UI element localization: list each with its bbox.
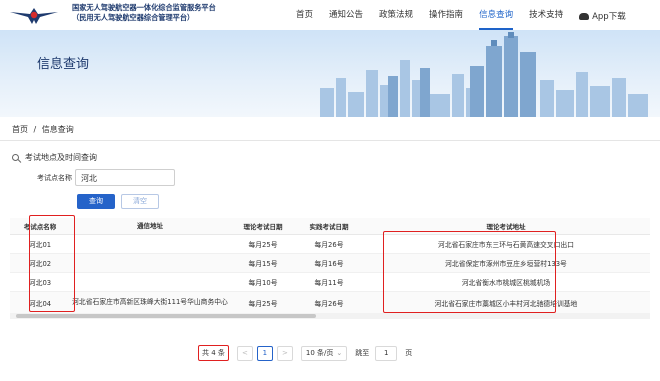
search-section-label: 考试地点及时间查询 xyxy=(25,153,97,162)
page-banner: 信息查询 xyxy=(0,30,660,117)
breadcrumb-home[interactable]: 首页 xyxy=(12,125,28,134)
cell-practice-date: 每月11号 xyxy=(314,279,344,287)
next-page-button[interactable]: > xyxy=(276,345,293,361)
page-size-select[interactable]: 10 条/页 ⌄ xyxy=(300,345,348,361)
cloud-download-icon xyxy=(579,12,590,20)
scrollbar-thumb[interactable] xyxy=(16,314,316,318)
cell-address xyxy=(70,254,230,272)
search-section-title: 考试地点及时间查询 xyxy=(12,152,97,163)
chevron-down-icon: ⌄ xyxy=(336,349,343,357)
total-count: 共 4 条 xyxy=(198,345,229,361)
table-horizontal-scrollbar[interactable] xyxy=(10,313,650,319)
cell-practice-date: 每月26号 xyxy=(314,299,344,308)
breadcrumb-separator: / xyxy=(33,125,37,134)
cell-address: 河北省石家庄市高新区珠峰大街111号华山商务中心 xyxy=(72,298,228,306)
top-header: 国家无人驾驶航空器一体化综合监管服务平台 （民用无人驾驶航空器综合管理平台） 首… xyxy=(0,0,660,30)
breadcrumb: 首页 / 信息查询 xyxy=(12,124,74,135)
banner-title: 信息查询 xyxy=(37,57,90,72)
cell-theory-date: 每月15号 xyxy=(248,260,278,268)
cell-theory-date: 每月25号 xyxy=(248,241,278,249)
org-name: 国家无人驾驶航空器一体化综合监管服务平台 （民用无人驾驶航空器综合管理平台） xyxy=(72,3,216,23)
cell-practice-date: 每月16号 xyxy=(314,260,344,268)
nav-info-query[interactable]: 信息查询 xyxy=(479,8,514,30)
city-skyline-illustration xyxy=(320,32,648,117)
highlight-box-theory-addresses xyxy=(383,231,556,313)
page-unit-label: 页 xyxy=(405,349,413,357)
clear-button[interactable]: 清空 xyxy=(121,194,159,209)
search-icon xyxy=(12,154,19,161)
nav-app-download-label: App下载 xyxy=(592,12,626,22)
nav-support[interactable]: 技术支持 xyxy=(529,8,563,24)
col-header-address: 通信地址 xyxy=(137,221,163,230)
nav-guide[interactable]: 操作指南 xyxy=(429,8,463,24)
pagination: 共 4 条 < 1 > 10 条/页 ⌄ 跳至 1 页 xyxy=(198,344,412,362)
highlight-box-site-names xyxy=(29,215,75,312)
cell-address xyxy=(70,273,230,291)
page-1-button[interactable]: 1 xyxy=(256,345,273,361)
prev-page-button[interactable]: < xyxy=(236,345,253,361)
nav-home[interactable]: 首页 xyxy=(296,8,313,24)
page-size-value: 10 条/页 xyxy=(305,349,334,357)
query-button[interactable]: 查询 xyxy=(77,194,115,209)
col-header-theory-date: 理论考试日期 xyxy=(243,223,283,231)
divider xyxy=(0,140,660,141)
cell-practice-date: 每月26号 xyxy=(314,241,344,249)
nav-policies[interactable]: 政策法规 xyxy=(379,8,413,24)
cell-address xyxy=(70,235,230,253)
breadcrumb-current: 信息查询 xyxy=(41,125,74,134)
nav-notices[interactable]: 通知公告 xyxy=(329,8,363,24)
col-header-practice-date: 实践考试日期 xyxy=(309,223,349,231)
exam-site-label: 考试点名称 xyxy=(37,174,72,182)
jump-label: 跳至 xyxy=(355,349,370,357)
exam-site-input[interactable]: 河北 xyxy=(75,169,175,186)
cell-theory-date: 每月25号 xyxy=(248,299,278,308)
cell-theory-date: 每月10号 xyxy=(248,279,278,287)
caac-logo-icon xyxy=(10,8,58,24)
nav-app-download[interactable]: App下载 xyxy=(579,8,626,24)
jump-page-input[interactable]: 1 xyxy=(375,345,398,361)
main-nav: 首页 通知公告 政策法规 操作指南 信息查询 技术支持 App下载 xyxy=(296,8,642,30)
org-name-line1: 国家无人驾驶航空器一体化综合监管服务平台 xyxy=(72,3,216,12)
org-name-line2: （民用无人驾驶航空器综合管理平台） xyxy=(72,13,195,22)
